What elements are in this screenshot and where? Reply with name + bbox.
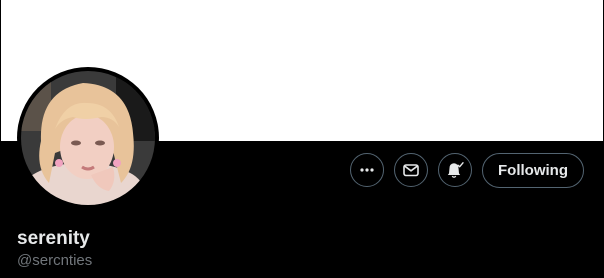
bell-check-icon xyxy=(447,162,464,178)
more-button[interactable] xyxy=(350,153,384,187)
more-icon xyxy=(360,168,374,172)
message-button[interactable] xyxy=(394,153,428,187)
avatar[interactable] xyxy=(21,71,155,205)
envelope-icon xyxy=(403,164,419,177)
display-name: serenity xyxy=(17,228,90,249)
username: @sercnties xyxy=(17,252,93,269)
notifications-button[interactable] xyxy=(438,153,472,187)
avatar-photo xyxy=(21,71,155,205)
following-button[interactable]: Following xyxy=(482,153,584,188)
